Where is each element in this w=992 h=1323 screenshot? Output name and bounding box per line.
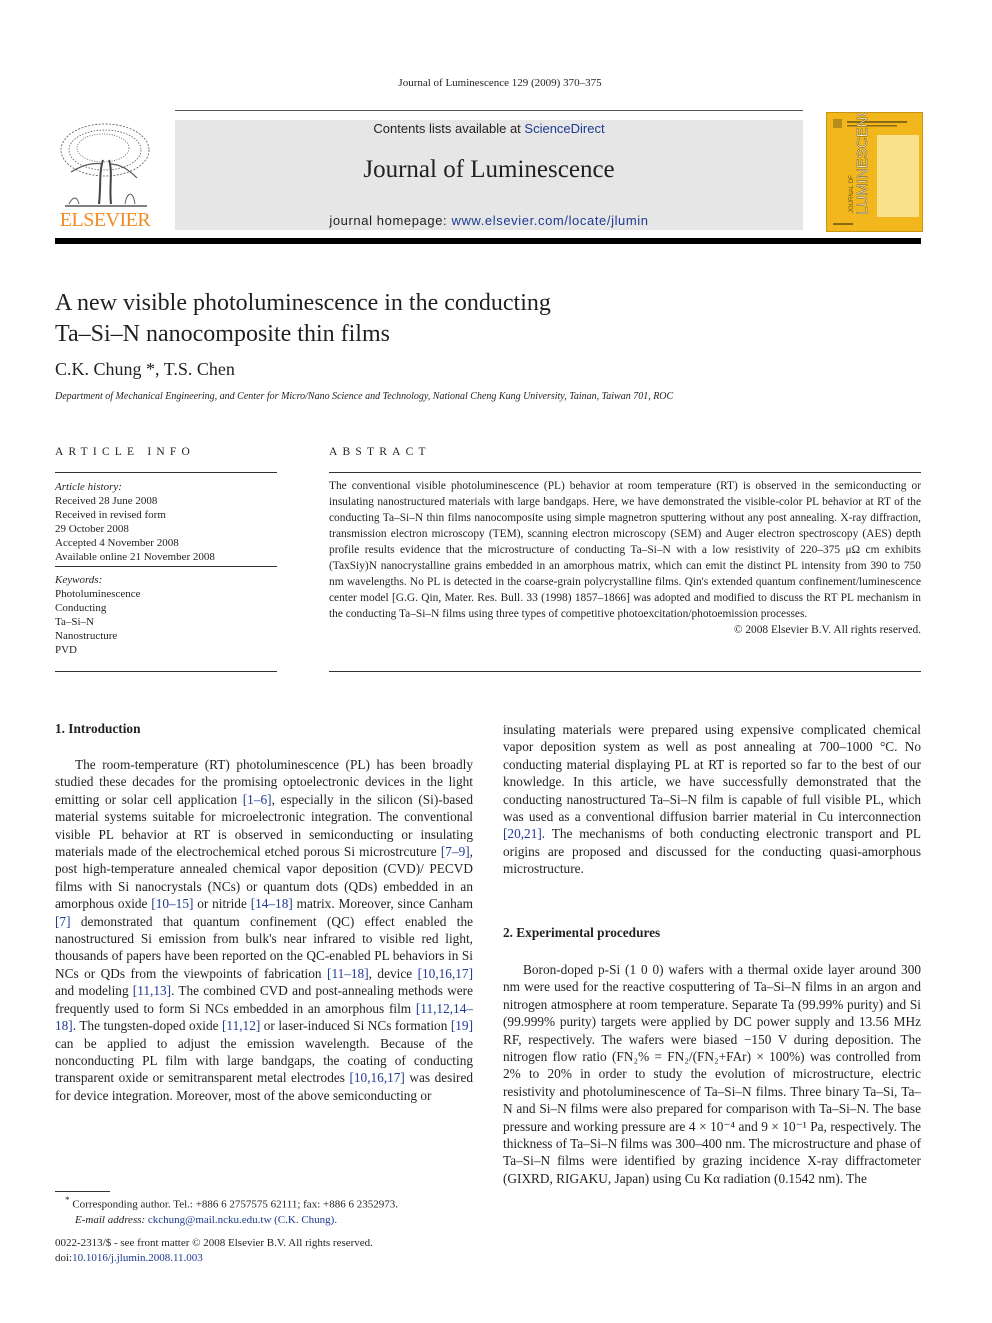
history-item: Available online 21 November 2008	[55, 551, 215, 563]
text-run: or nitride	[193, 896, 251, 912]
article-info-rule	[55, 472, 277, 473]
abstract-copyright: © 2008 Elsevier B.V. All rights reserved…	[733, 624, 921, 636]
tree-icon	[60, 123, 150, 207]
homepage-prefix: journal homepage:	[329, 213, 452, 228]
citation-link[interactable]: [11,12]	[222, 1018, 260, 1033]
citation-link[interactable]: [20,21]	[503, 826, 542, 841]
abstract-body: The conventional visible photoluminescen…	[329, 480, 921, 620]
footnote-rule	[55, 1191, 110, 1192]
experimental-paragraph: Boron-doped p-Si (1 0 0) wafers with a t…	[503, 962, 921, 1186]
homepage-link[interactable]: www.elsevier.com/locate/jlumin	[451, 213, 648, 228]
author-name[interactable]: C.K. Chung	[55, 359, 142, 379]
corresponding-author-mark[interactable]: *	[146, 359, 155, 379]
text-run: . The mechanisms of both conducting elec…	[503, 826, 921, 877]
keyword: PVD	[55, 644, 78, 656]
citation-link[interactable]: [10,16,17]	[418, 966, 473, 981]
abstract: The conventional visible photoluminescen…	[329, 478, 921, 638]
text-run: . The tungsten-doped oxide	[72, 1018, 222, 1034]
history-item: 29 October 2008	[55, 523, 129, 535]
author-affiliation: Department of Mechanical Engineering, an…	[55, 391, 674, 402]
elsevier-wordmark: ELSEVIER	[59, 209, 151, 231]
doi-label: doi:	[55, 1252, 73, 1264]
citation-link[interactable]: [19]	[451, 1018, 473, 1033]
contents-availability: Contents lists available at ScienceDirec…	[175, 121, 803, 136]
citation-link[interactable]: [7]	[55, 914, 71, 929]
article-title: A new visible photoluminescence in the c…	[55, 288, 551, 350]
header-rule	[175, 110, 803, 111]
email-label: E-mail address:	[75, 1213, 148, 1226]
article-info-bottom-rule	[55, 671, 277, 672]
title-line-1: A new visible photoluminescence in the c…	[55, 290, 551, 316]
journal-homepage: journal homepage: www.elsevier.com/locat…	[175, 213, 803, 228]
author-name[interactable]: T.S. Chen	[164, 359, 235, 379]
sciencedirect-link[interactable]: ScienceDirect	[524, 121, 604, 136]
text-run: , device	[368, 965, 418, 981]
article-info: Article history: Received 28 June 2008 R…	[55, 480, 277, 657]
journal-title: Journal of Luminescence	[363, 156, 615, 183]
text-run: and modeling	[55, 983, 133, 999]
citation-link[interactable]: [10–15]	[151, 896, 193, 911]
article-info-heading: ARTICLE INFO	[55, 446, 195, 458]
author-separator: ,	[155, 359, 164, 379]
experimental-text: Boron-doped p-Si (1 0 0) wafers with a t…	[503, 961, 921, 1187]
text-run: insulating materials were prepared using…	[503, 722, 921, 825]
front-matter: 0022-2313/$ - see front matter © 2008 El…	[55, 1236, 373, 1266]
section-heading-introduction: 1. Introduction	[55, 721, 141, 736]
section-heading-experimental: 2. Experimental procedures	[503, 925, 661, 940]
abstract-bottom-rule	[329, 671, 921, 672]
citation-link[interactable]: [7–9]	[441, 844, 470, 859]
keyword: Ta–Si–N	[55, 616, 94, 628]
author-list: C.K. Chung *, T.S. Chen	[55, 359, 235, 380]
keyword: Photoluminescence	[55, 588, 141, 600]
introduction-text-continued: insulating materials were prepared using…	[503, 721, 921, 878]
history-label: Article history:	[55, 481, 122, 493]
journal-reference: Journal of Luminescence 129 (2009) 370–3…	[398, 77, 602, 89]
abstract-heading: ABSTRACT	[329, 446, 431, 458]
contents-prefix: Contents lists available at	[373, 121, 525, 136]
citation-link[interactable]: [10,16,17]	[349, 1070, 404, 1085]
elsevier-logo: ELSEVIER	[55, 120, 155, 232]
header-thick-rule	[55, 238, 921, 244]
cover-art-icon: LUMINESCENCE JOURNAL OF	[833, 96, 919, 225]
text-run: matrix. Moreover, since Canham	[292, 896, 474, 912]
email-link[interactable]: ckchung@mail.ncku.edu.tw (C.K. Chung).	[148, 1214, 337, 1226]
keyword: Nanostructure	[55, 630, 118, 642]
cover-title-text: LUMINESCENCE	[854, 113, 871, 215]
citation-link[interactable]: [14–18]	[251, 896, 293, 911]
citation-link[interactable]: [11–18]	[327, 966, 369, 981]
contact-details: Corresponding author. Tel.: +886 6 27575…	[69, 1198, 398, 1211]
history-item: Received 28 June 2008	[55, 495, 158, 507]
history-item: Received in revised form	[55, 509, 166, 521]
text-run: or laser-induced Si NCs formation	[260, 1018, 451, 1034]
keyword: Conducting	[55, 602, 107, 614]
cover-subtitle-text: JOURNAL OF	[849, 175, 855, 213]
issn-copyright: 0022-2313/$ - see front matter © 2008 El…	[55, 1237, 373, 1249]
citation-link[interactable]: [1–6]	[243, 792, 272, 807]
article-info-divider	[55, 566, 277, 567]
citation-link[interactable]: [11,13]	[133, 983, 171, 998]
corresponding-author-footnote: * Corresponding author. Tel.: +886 6 275…	[55, 1193, 398, 1228]
journal-cover-thumbnail[interactable]: LUMINESCENCE JOURNAL OF	[826, 96, 923, 232]
introduction-text: The room-temperature (RT) photoluminesce…	[55, 756, 473, 1104]
abstract-rule	[329, 472, 921, 473]
journal-masthead: Contents lists available at ScienceDirec…	[175, 120, 803, 230]
title-line-2: Ta–Si–N nanocomposite thin films	[55, 321, 390, 347]
history-item: Accepted 4 November 2008	[55, 537, 179, 549]
doi-link[interactable]: 10.1016/j.jlumin.2008.11.003	[72, 1252, 203, 1264]
keywords-label: Keywords:	[55, 574, 103, 586]
